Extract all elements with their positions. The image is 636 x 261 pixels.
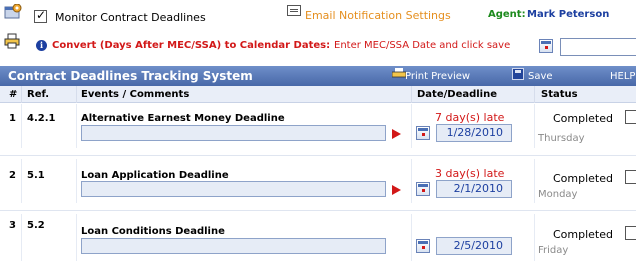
checkmark-icon: ✓ — [36, 8, 47, 22]
convert-title: Convert (Days After MEC/SSA) to Calendar… — [52, 40, 331, 51]
help-link[interactable]: HELP — [610, 71, 635, 82]
gear-icon[interactable] — [4, 4, 22, 20]
deadline-title: Loan Conditions Deadline — [81, 226, 225, 237]
col-date: Date/Deadline — [417, 89, 498, 100]
calendar-icon[interactable] — [416, 182, 430, 196]
row-number: 1 — [9, 113, 16, 124]
late-indicator: 3 day(s) late — [435, 167, 505, 180]
email-settings-link[interactable]: Email Notification Settings — [305, 9, 451, 22]
print-preview-link[interactable]: Print Preview — [405, 71, 470, 82]
weekday-label: Monday — [538, 189, 578, 200]
completed-checkbox[interactable] — [625, 110, 636, 124]
deadline-title: Alternative Earnest Money Deadline — [81, 113, 285, 124]
email-settings-icon[interactable] — [287, 5, 301, 16]
col-ref: Ref. — [27, 89, 50, 100]
completed-checkbox[interactable] — [625, 226, 636, 240]
row-number: 3 — [9, 220, 16, 231]
table-row: 3 5.2 Loan Conditions Deadline 2/5/2010 … — [0, 214, 636, 261]
table-row: 1 4.2.1 Alternative Earnest Money Deadli… — [0, 104, 636, 156]
monitor-checkbox[interactable]: ✓ — [34, 8, 47, 23]
save-icon[interactable] — [512, 68, 524, 80]
status-label: Completed — [553, 228, 613, 241]
comment-input[interactable] — [81, 238, 386, 254]
comment-input[interactable] — [81, 181, 386, 197]
late-indicator: 7 day(s) late — [435, 111, 505, 124]
top-toolbar: ✓ Monitor Contract Deadlines Email Notif… — [0, 0, 636, 28]
mec-date-input[interactable] — [560, 38, 636, 56]
weekday-label: Thursday — [538, 133, 585, 144]
agent-label: Agent: — [488, 9, 526, 20]
deadline-date[interactable]: 2/1/2010 — [436, 180, 512, 198]
deadline-date[interactable]: 2/5/2010 — [436, 237, 512, 255]
col-events: Events / Comments — [81, 89, 190, 100]
calendar-icon[interactable] — [539, 39, 553, 53]
col-status: Status — [541, 89, 578, 100]
print-icon[interactable] — [392, 68, 406, 78]
column-headers: # Ref. Events / Comments Date/Deadline S… — [0, 86, 636, 103]
page-title: Contract Deadlines Tracking System — [8, 69, 253, 83]
info-icon: i — [36, 40, 47, 51]
comment-input[interactable] — [81, 125, 386, 141]
row-ref: 5.2 — [27, 220, 45, 231]
save-button[interactable]: Save — [528, 71, 553, 82]
monitor-label: Monitor Contract Deadlines — [55, 11, 206, 24]
weekday-label: Friday — [538, 245, 569, 256]
status-label: Completed — [553, 112, 613, 125]
late-flag-icon — [392, 129, 401, 139]
tracking-header: Contract Deadlines Tracking System Print… — [0, 66, 636, 86]
row-ref: 5.1 — [27, 170, 45, 181]
completed-checkbox[interactable] — [625, 170, 636, 184]
status-label: Completed — [553, 172, 613, 185]
calendar-icon[interactable] — [416, 239, 430, 253]
convert-bar: i Convert (Days After MEC/SSA) to Calend… — [0, 30, 636, 62]
calendar-icon[interactable] — [416, 126, 430, 140]
col-num: # — [9, 89, 18, 100]
row-number: 2 — [9, 170, 16, 181]
printer-icon[interactable] — [4, 33, 20, 49]
table-row: 2 5.1 Loan Application Deadline 3 day(s)… — [0, 159, 636, 211]
convert-instruction: Enter MEC/SSA Date and click save — [334, 40, 511, 51]
deadline-title: Loan Application Deadline — [81, 170, 229, 181]
late-flag-icon — [392, 185, 401, 195]
row-ref: 4.2.1 — [27, 113, 56, 124]
deadline-date[interactable]: 1/28/2010 — [436, 124, 512, 142]
agent-name: Mark Peterson — [527, 9, 610, 20]
